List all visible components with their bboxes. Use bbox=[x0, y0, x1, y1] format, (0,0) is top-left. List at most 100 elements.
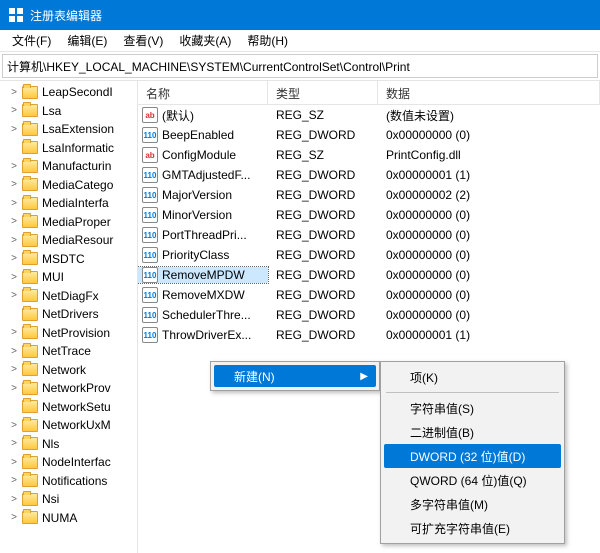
value-data: 0x00000001 (1) bbox=[378, 168, 600, 182]
tree-item[interactable]: >NodeInterfac bbox=[0, 453, 137, 472]
expander-icon[interactable] bbox=[8, 401, 20, 413]
expander-icon[interactable]: > bbox=[8, 216, 20, 228]
list-row[interactable]: 110PriorityClassREG_DWORD0x00000000 (0) bbox=[138, 245, 600, 265]
tree-item-label: MediaProper bbox=[42, 215, 111, 229]
tree-item[interactable]: > Lsa bbox=[0, 102, 137, 121]
tree-item-label: Lsa bbox=[42, 104, 61, 118]
expander-icon[interactable]: > bbox=[8, 493, 20, 505]
expander-icon[interactable]: > bbox=[8, 382, 20, 394]
context-item-new[interactable]: 新建(N) ▶ bbox=[214, 365, 376, 387]
context-item[interactable]: DWORD (32 位)值(D) bbox=[384, 444, 561, 468]
list-row[interactable]: ab(默认)REG_SZ(数值未设置) bbox=[138, 105, 600, 125]
context-submenu[interactable]: 项(K) 字符串值(S)二进制值(B)DWORD (32 位)值(D)QWORD … bbox=[380, 361, 565, 544]
folder-icon bbox=[22, 456, 38, 469]
list-row[interactable]: 110PortThreadPri...REG_DWORD0x00000000 (… bbox=[138, 225, 600, 245]
list-row[interactable]: 110MinorVersionREG_DWORD0x00000000 (0) bbox=[138, 205, 600, 225]
address-bar[interactable]: 计算机\HKEY_LOCAL_MACHINE\SYSTEM\CurrentCon… bbox=[2, 54, 598, 78]
value-data: 0x00000000 (0) bbox=[378, 228, 600, 242]
menu-item[interactable]: 收藏夹(A) bbox=[171, 30, 239, 51]
tree-item[interactable]: >NetworkProv bbox=[0, 379, 137, 398]
expander-icon[interactable]: > bbox=[8, 475, 20, 487]
tree-item[interactable]: >Network bbox=[0, 361, 137, 380]
list-row[interactable]: abConfigModuleREG_SZPrintConfig.dll bbox=[138, 145, 600, 165]
column-data[interactable]: 数据 bbox=[378, 81, 600, 104]
value-type: REG_SZ bbox=[268, 108, 378, 122]
tree-item[interactable]: >LsaExtension bbox=[0, 120, 137, 139]
column-type[interactable]: 类型 bbox=[268, 81, 378, 104]
expander-icon[interactable]: > bbox=[8, 290, 20, 302]
expander-icon[interactable]: > bbox=[8, 456, 20, 468]
submenu-arrow-icon: ▶ bbox=[360, 371, 368, 382]
expander-icon[interactable]: > bbox=[8, 160, 20, 172]
menu-item[interactable]: 帮助(H) bbox=[239, 30, 296, 51]
folder-icon bbox=[22, 271, 38, 284]
menu-item[interactable]: 编辑(E) bbox=[59, 30, 115, 51]
tree-item[interactable]: > MSDTC bbox=[0, 250, 137, 269]
context-item[interactable]: 可扩充字符串值(E) bbox=[384, 516, 561, 540]
tree-item[interactable]: >NetProvision bbox=[0, 324, 137, 343]
list-row[interactable]: 110SchedulerThre...REG_DWORD0x00000000 (… bbox=[138, 305, 600, 325]
expander-icon[interactable]: > bbox=[8, 327, 20, 339]
expander-icon[interactable]: > bbox=[8, 197, 20, 209]
tree-item-label: MediaCatego bbox=[42, 178, 113, 192]
tree-view[interactable]: >LeapSecondI>Lsa>LsaExtensionLsaInformat… bbox=[0, 81, 138, 553]
context-item[interactable]: 项(K) bbox=[384, 365, 561, 389]
tree-item[interactable]: >Manufacturin bbox=[0, 157, 137, 176]
tree-item[interactable]: >LeapSecondI bbox=[0, 83, 137, 102]
tree-item[interactable]: >MediaInterfa bbox=[0, 194, 137, 213]
expander-icon[interactable]: > bbox=[8, 345, 20, 357]
expander-icon[interactable]: > bbox=[8, 86, 20, 98]
context-item[interactable]: QWORD (64 位)值(Q) bbox=[384, 468, 561, 492]
tree-item[interactable]: >NetworkUxM bbox=[0, 416, 137, 435]
context-menu-new[interactable]: 新建(N) ▶ bbox=[210, 361, 380, 391]
folder-icon bbox=[22, 437, 38, 450]
tree-item[interactable]: >MediaResour bbox=[0, 231, 137, 250]
expander-icon[interactable]: > bbox=[8, 438, 20, 450]
tree-item[interactable]: NetDrivers bbox=[0, 305, 137, 324]
value-data: (数值未设置) bbox=[378, 107, 600, 124]
expander-icon[interactable]: > bbox=[8, 105, 20, 117]
expander-icon[interactable] bbox=[8, 308, 20, 320]
list-row[interactable]: 110GMTAdjustedF...REG_DWORD0x00000001 (1… bbox=[138, 165, 600, 185]
binary-value-icon: 110 bbox=[142, 207, 158, 223]
list-row[interactable]: 110MajorVersionREG_DWORD0x00000002 (2) bbox=[138, 185, 600, 205]
menu-item[interactable]: 查看(V) bbox=[115, 30, 171, 51]
tree-item-label: MSDTC bbox=[42, 252, 85, 266]
context-item[interactable]: 字符串值(S) bbox=[384, 396, 561, 420]
value-name: ConfigModule bbox=[162, 148, 236, 162]
expander-icon[interactable]: > bbox=[8, 512, 20, 524]
expander-icon[interactable]: > bbox=[8, 179, 20, 191]
tree-item[interactable]: > NetDiagFx bbox=[0, 287, 137, 306]
tree-item[interactable]: >MUI bbox=[0, 268, 137, 287]
context-item[interactable]: 二进制值(B) bbox=[384, 420, 561, 444]
binary-value-icon: 110 bbox=[142, 167, 158, 183]
list-row[interactable]: 110RemoveMPDWREG_DWORD0x00000000 (0) bbox=[138, 265, 600, 285]
expander-icon[interactable]: > bbox=[8, 234, 20, 246]
tree-item[interactable]: >NUMA bbox=[0, 509, 137, 528]
expander-icon[interactable]: > bbox=[8, 364, 20, 376]
folder-icon bbox=[22, 419, 38, 432]
expander-icon[interactable]: > bbox=[8, 253, 20, 265]
context-item[interactable]: 多字符串值(M) bbox=[384, 492, 561, 516]
list-row[interactable]: 110RemoveMXDWREG_DWORD0x00000000 (0) bbox=[138, 285, 600, 305]
tree-item[interactable]: LsaInformatic bbox=[0, 139, 137, 158]
expander-icon[interactable]: > bbox=[8, 419, 20, 431]
list-row[interactable]: 110ThrowDriverEx...REG_DWORD0x00000001 (… bbox=[138, 325, 600, 345]
tree-item[interactable]: > MediaProper bbox=[0, 213, 137, 232]
expander-icon[interactable]: > bbox=[8, 123, 20, 135]
column-name[interactable]: 名称 bbox=[138, 81, 268, 104]
expander-icon[interactable] bbox=[8, 142, 20, 154]
tree-item[interactable]: >Notifications bbox=[0, 472, 137, 491]
tree-item[interactable]: >Nsi bbox=[0, 490, 137, 509]
tree-item-label: Nls bbox=[42, 437, 59, 451]
tree-item-label: NetDiagFx bbox=[42, 289, 99, 303]
folder-icon bbox=[22, 382, 38, 395]
tree-item[interactable]: > Nls bbox=[0, 435, 137, 454]
menu-item[interactable]: 文件(F) bbox=[4, 30, 59, 51]
tree-item[interactable]: >NetTrace bbox=[0, 342, 137, 361]
expander-icon[interactable]: > bbox=[8, 271, 20, 283]
tree-item[interactable]: > MediaCatego bbox=[0, 176, 137, 195]
tree-item[interactable]: NetworkSetu bbox=[0, 398, 137, 417]
folder-icon bbox=[22, 160, 38, 173]
list-row[interactable]: 110BeepEnabledREG_DWORD0x00000000 (0) bbox=[138, 125, 600, 145]
